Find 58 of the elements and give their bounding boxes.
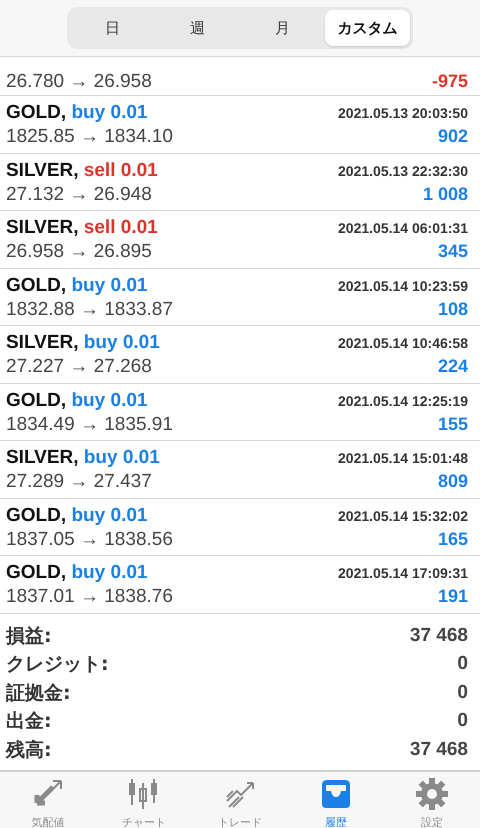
- trade-profit: 809: [438, 471, 468, 492]
- trade-title: SILVER, sell 0.01: [6, 160, 158, 182]
- trade-time: 2021.05.14 15:32:02: [338, 508, 468, 524]
- trade-title: SILVER, buy 0.01: [6, 447, 160, 470]
- nav-tab[interactable]: トレード: [192, 772, 288, 828]
- nav-tab[interactable]: 気配値: [0, 772, 96, 828]
- trade-prices: 1825.85 → 1834.10: [6, 126, 173, 148]
- trade-time: 2021.05.14 15:01:48: [338, 450, 468, 466]
- period-tab[interactable]: 日: [70, 10, 155, 46]
- trade-prices: 27.132 → 26.948: [6, 184, 152, 206]
- summary-value: 37 468: [410, 624, 468, 647]
- trade-time: 2021.05.14 17:09:31: [338, 565, 468, 582]
- trade-prices: 27.289 → 27.437: [6, 471, 152, 494]
- trade-time: 2021.05.13 20:03:50: [338, 105, 468, 122]
- trade-profit: 1 008: [422, 184, 468, 205]
- settings-icon: [415, 776, 449, 810]
- trade-profit: 224: [438, 356, 468, 378]
- trade-prices: 1834.49 → 1835.91: [6, 414, 173, 436]
- trade-title: GOLD, buy 0.01: [6, 274, 148, 297]
- summary-value: 37 468: [410, 738, 468, 761]
- trade-time: 2021.05.13 22:32:30: [338, 162, 468, 179]
- period-tab[interactable]: カスタム: [325, 10, 410, 46]
- trade-prices: 26.958 → 26.895: [6, 241, 152, 264]
- trade-prices: 27.227 → 27.268: [6, 356, 152, 378]
- trade-time: 2021.05.14 06:01:31: [338, 220, 468, 236]
- nav-tab[interactable]: 履歴: [288, 772, 384, 828]
- trade-time: 2021.05.14 10:46:58: [338, 335, 468, 352]
- summary-label: 残高:: [6, 738, 52, 763]
- summary-label: クレジット:: [6, 652, 109, 678]
- trade-profit: 191: [438, 586, 468, 608]
- summary-label: 出金:: [6, 709, 52, 734]
- trade-title: GOLD, buy 0.01: [6, 562, 148, 584]
- summary-value: 0: [457, 653, 468, 676]
- trade-title: GOLD, buy 0.01: [6, 102, 148, 124]
- trade-profit: 108: [438, 298, 468, 320]
- trade-profit: 902: [438, 126, 468, 148]
- trade-prices: 1837.05 → 1838.56: [6, 528, 173, 551]
- trade-profit: -975: [432, 71, 468, 92]
- trade-prices: 26.780 → 26.958: [6, 71, 152, 93]
- trade-time: 2021.05.14 12:25:19: [338, 392, 468, 409]
- trade-title: GOLD, buy 0.01: [6, 504, 148, 527]
- summary-value: 0: [457, 682, 468, 704]
- nav-tab[interactable]: チャート: [96, 772, 192, 828]
- trade-prices: 1837.01 → 1838.76: [6, 586, 173, 608]
- trade-title: SILVER, sell 0.01: [6, 217, 158, 240]
- trade-profit: 345: [438, 241, 468, 262]
- trade-prices: 1832.88 → 1833.87: [6, 298, 173, 321]
- nav-tab[interactable]: 設定: [384, 772, 480, 828]
- summary-label: 証拠金:: [6, 680, 71, 706]
- summary-value: 0: [457, 710, 468, 732]
- trade-profit: 165: [438, 528, 468, 550]
- trade-profit: 155: [438, 414, 468, 435]
- period-tab[interactable]: 月: [240, 10, 325, 46]
- trade-title: SILVER, buy 0.01: [6, 332, 160, 354]
- summary-label: 損益:: [6, 624, 52, 649]
- period-tab[interactable]: 週: [155, 10, 240, 46]
- trade-time: 2021.05.14 10:23:59: [338, 278, 468, 294]
- trade-title: GOLD, buy 0.01: [6, 390, 148, 412]
